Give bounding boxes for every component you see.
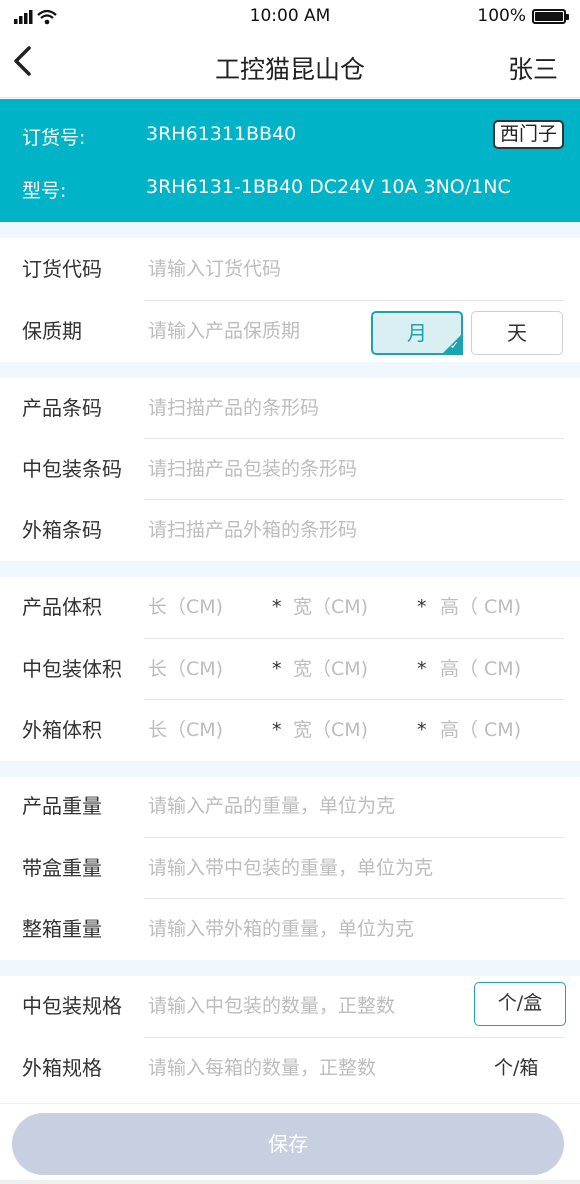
footer-bar: 保存 <box>0 1103 580 1184</box>
width-input[interactable]: 宽（CM) <box>293 639 368 700</box>
product-barcode-row[interactable]: 产品条码 请扫描产品的条形码 <box>0 378 580 439</box>
carton-spec-label: 外箱规格 <box>22 1056 102 1080</box>
section-divider <box>0 960 580 976</box>
section-divider <box>0 222 580 238</box>
bottom-edge <box>0 1180 580 1184</box>
save-button[interactable]: 保存 <box>12 1113 564 1175</box>
package-spec-label: 中包装规格 <box>22 994 122 1018</box>
length-input[interactable]: 长（CM) <box>148 700 223 761</box>
order-number-value: 3RH61311BB40 <box>146 123 297 145</box>
product-weight-input[interactable]: 请输入产品的重量，单位为克 <box>148 776 395 837</box>
product-volume-label: 产品体积 <box>22 595 102 619</box>
product-barcode-label: 产品条码 <box>22 396 102 420</box>
order-number-label: 订货号: <box>22 127 86 149</box>
carton-unit-label: 个/箱 <box>494 1057 539 1079</box>
carton-barcode-input[interactable]: 请扫描产品外箱的条形码 <box>148 500 357 561</box>
box-weight-row[interactable]: 带盒重量 请输入带中包装的重量，单位为克 <box>0 838 580 899</box>
unit-month-button[interactable]: 月 ✓ <box>371 311 463 355</box>
product-banner: 订货号: 3RH61311BB40 西门子 型号: 3RH6131-1BB40 … <box>0 99 580 222</box>
package-spec-input[interactable]: 请输入中包装的数量，正整数 <box>148 976 395 1037</box>
package-barcode-row[interactable]: 中包装条码 请扫描产品包装的条形码 <box>0 439 580 500</box>
box-weight-input[interactable]: 请输入带中包装的重量，单位为克 <box>148 838 433 899</box>
multiply-sign: * <box>417 596 427 618</box>
product-weight-label: 产品重量 <box>22 794 102 818</box>
order-code-label: 订货代码 <box>22 257 102 281</box>
carton-barcode-label: 外箱条码 <box>22 518 102 542</box>
product-volume-row: 产品体积 长（CM) * 宽（CM) * 高（ CM) <box>0 577 580 638</box>
nav-bar: 工控猫昆山仓 张三 <box>0 34 580 98</box>
multiply-sign: * <box>272 596 282 618</box>
status-bar: 10:00 AM 100% <box>0 0 580 34</box>
carton-spec-input[interactable]: 请输入每箱的数量，正整数 <box>148 1038 376 1099</box>
section-divider <box>0 561 580 577</box>
order-code-input[interactable]: 请输入订货代码 <box>148 239 281 300</box>
shelf-life-label: 保质期 <box>22 319 82 343</box>
unit-month-label: 月 <box>407 321 427 345</box>
carton-weight-row[interactable]: 整箱重量 请输入带外箱的重量，单位为克 <box>0 899 580 960</box>
model-value: 3RH6131-1BB40 DC24V 10A 3NO/1NC <box>146 176 511 198</box>
section-divider <box>0 362 580 378</box>
product-weight-row[interactable]: 产品重量 请输入产品的重量，单位为克 <box>0 776 580 837</box>
multiply-sign: * <box>417 658 427 680</box>
carton-spec-row: 外箱规格 请输入每箱的数量，正整数 个/箱 <box>0 1038 580 1099</box>
package-unit-button[interactable]: 个/盒 <box>474 982 566 1026</box>
width-input[interactable]: 宽（CM) <box>293 700 368 761</box>
check-icon: ✓ <box>449 339 459 352</box>
battery-percent: 100% <box>477 6 526 26</box>
carton-volume-row: 外箱体积 长（CM) * 宽（CM) * 高（ CM) <box>0 700 580 761</box>
length-input[interactable]: 长（CM) <box>148 639 223 700</box>
multiply-sign: * <box>417 719 427 741</box>
height-input[interactable]: 高（ CM) <box>440 577 521 638</box>
carton-volume-label: 外箱体积 <box>22 718 102 742</box>
length-input[interactable]: 长（CM) <box>148 577 223 638</box>
battery-icon <box>532 8 569 24</box>
package-barcode-input[interactable]: 请扫描产品包装的条形码 <box>148 439 357 500</box>
unit-day-button[interactable]: 天 <box>471 311 563 355</box>
box-weight-label: 带盒重量 <box>22 856 102 880</box>
package-volume-row: 中包装体积 长（CM) * 宽（CM) * 高（ CM) <box>0 639 580 700</box>
shelf-life-row: 保质期 请输入产品保质期 月 ✓ 天 <box>0 301 580 362</box>
page-title: 工控猫昆山仓 <box>214 55 365 84</box>
user-name[interactable]: 张三 <box>508 50 558 86</box>
height-input[interactable]: 高（ CM) <box>440 700 521 761</box>
section-divider <box>0 761 580 777</box>
brand-tag: 西门子 <box>492 120 564 149</box>
carton-weight-label: 整箱重量 <box>22 917 102 941</box>
carton-weight-input[interactable]: 请输入带外箱的重量，单位为克 <box>148 899 414 960</box>
multiply-sign: * <box>272 658 282 680</box>
shelf-life-input[interactable]: 请输入产品保质期 <box>148 301 300 362</box>
package-barcode-label: 中包装条码 <box>22 457 122 481</box>
battery-indicator: 100% <box>477 6 569 26</box>
package-spec-row: 中包装规格 请输入中包装的数量，正整数 个/盒 <box>0 976 580 1037</box>
width-input[interactable]: 宽（CM) <box>293 577 368 638</box>
order-code-row[interactable]: 订货代码 请输入订货代码 <box>0 239 580 300</box>
model-label: 型号: <box>22 180 67 202</box>
multiply-sign: * <box>272 719 282 741</box>
product-barcode-input[interactable]: 请扫描产品的条形码 <box>148 378 319 439</box>
carton-barcode-row[interactable]: 外箱条码 请扫描产品外箱的条形码 <box>0 500 580 561</box>
package-volume-label: 中包装体积 <box>22 657 122 681</box>
height-input[interactable]: 高（ CM) <box>440 639 521 700</box>
